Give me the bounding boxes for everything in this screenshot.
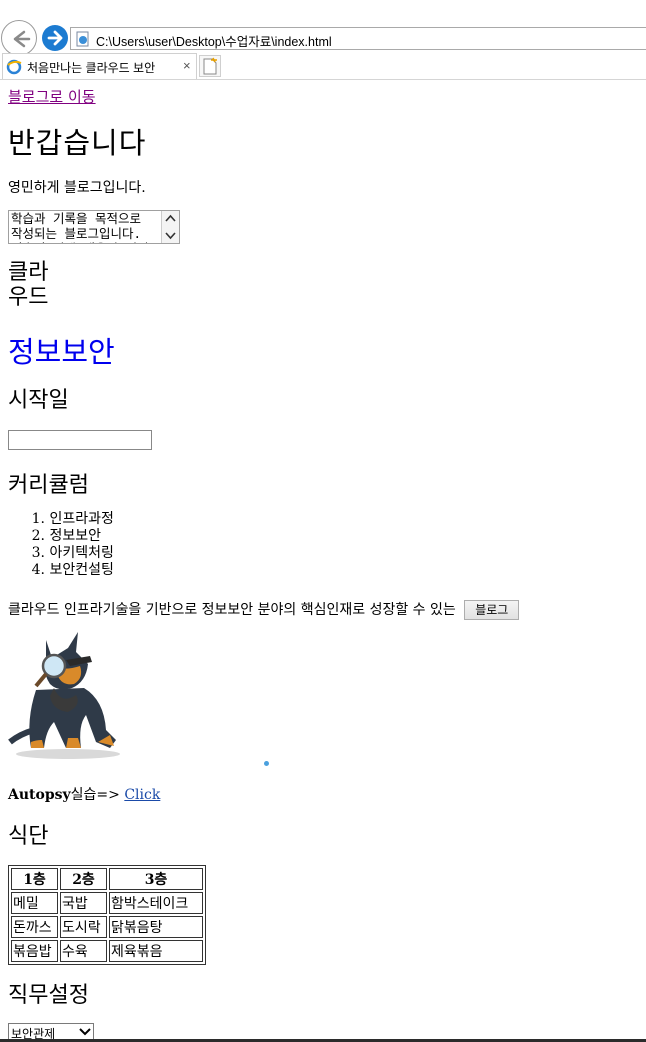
back-arrow-icon — [13, 30, 31, 48]
browser-chrome: C:\Users\user\Desktop\수업자료\index.html 처음… — [0, 0, 646, 80]
job-heading: 직무설정 — [8, 983, 89, 1008]
description-textarea[interactable]: 학습과 기록을 목적으로 작성되는 블로그입니다. 기술적 이해 내용의 일일 — [8, 210, 180, 244]
curriculum-heading: 커리큘럼 — [8, 473, 89, 498]
table-cell: 메밀 — [11, 892, 58, 914]
page-title: 반갑습니다 — [8, 126, 147, 160]
loading-dot — [264, 761, 269, 766]
tab-title: 처음만나는 클라우드 보안 — [27, 61, 156, 75]
mission-text: 클라우드 인프라기술을 기반으로 정보보안 분야의 핵심인재로 성장할 수 있는 — [8, 602, 456, 618]
table-cell: 도시락 — [60, 916, 107, 938]
autopsy-text: 실습=> — [70, 787, 125, 803]
description-text: 학습과 기록을 목적으로 작성되는 블로그입니다. 기술적 이해 내용의 일일 — [11, 211, 149, 243]
table-row: 볶음밥 수육 제육볶음 — [11, 940, 203, 962]
table-header: 3층 — [109, 868, 203, 890]
meal-table: 1층 2층 3층 메밀 국밥 함박스테이크 돈까스 도시락 닭볶음탕 볶음밥 수… — [8, 865, 206, 965]
mission-line: 클라우드 인프라기술을 기반으로 정보보안 분야의 핵심인재로 성장할 수 있는… — [8, 599, 520, 620]
table-cell: 함박스테이크 — [109, 892, 203, 914]
tab-strip: 처음만나는 클라우드 보안 × — [0, 53, 646, 80]
table-cell: 수육 — [60, 940, 107, 962]
table-header-row: 1층 2층 3층 — [11, 868, 203, 890]
table-header: 2층 — [60, 868, 107, 890]
ie-logo-icon — [6, 59, 22, 75]
start-date-label: 시작일 — [8, 388, 69, 413]
textarea-scrollbar[interactable] — [161, 211, 179, 243]
new-tab-icon — [203, 57, 217, 75]
blog-button[interactable]: 블로그 — [464, 600, 520, 620]
list-item: 3. 아키텍처링 — [31, 545, 114, 561]
table-cell: 닭볶음탕 — [109, 916, 203, 938]
new-tab-button[interactable] — [199, 55, 221, 77]
table-row: 메밀 국밥 함박스테이크 — [11, 892, 203, 914]
curriculum-list: 1. 인프라과정 2. 정보보안 3. 아키텍처링 4. 보안컨설팅 — [8, 511, 114, 579]
blog-link[interactable]: 블로그로 이동 — [8, 86, 96, 107]
table-cell: 제육볶음 — [109, 940, 203, 962]
detective-dog-image — [8, 632, 120, 759]
list-item: 4. 보안컨설팅 — [31, 562, 114, 578]
intro-text: 영민하게 블로그입니다. — [8, 180, 146, 196]
tab-close-button[interactable]: × — [183, 58, 191, 73]
list-item: 1. 인프라과정 — [31, 511, 114, 527]
back-button[interactable] — [1, 20, 37, 56]
list-item: 2. 정보보안 — [31, 528, 101, 544]
forward-button[interactable] — [42, 25, 68, 51]
table-header: 1층 — [11, 868, 58, 890]
table-cell: 국밥 — [60, 892, 107, 914]
address-text: C:\Users\user\Desktop\수업자료\index.html — [96, 35, 332, 49]
ie-page-icon — [76, 31, 89, 47]
table-row: 돈까스 도시락 닭볶음탕 — [11, 916, 203, 938]
forward-arrow-icon — [47, 30, 63, 46]
table-cell: 돈까스 — [11, 916, 58, 938]
address-bar[interactable]: C:\Users\user\Desktop\수업자료\index.html — [70, 27, 646, 50]
click-link[interactable]: Click — [124, 787, 160, 803]
scroll-up-icon[interactable] — [165, 213, 176, 224]
scroll-down-icon[interactable] — [165, 230, 176, 241]
meal-heading: 식단 — [8, 824, 49, 849]
chevron-down-icon — [79, 1028, 91, 1036]
tab-current[interactable]: 처음만나는 클라우드 보안 × — [2, 53, 197, 79]
autopsy-bold: Autopsy — [8, 787, 71, 803]
cloud-heading: 클라우드 — [8, 260, 49, 310]
table-cell: 볶음밥 — [11, 940, 58, 962]
start-date-input[interactable] — [8, 430, 152, 450]
autopsy-line: Autopsy실습=> Click — [8, 784, 160, 804]
infosec-heading: 정보보안 — [8, 335, 115, 369]
